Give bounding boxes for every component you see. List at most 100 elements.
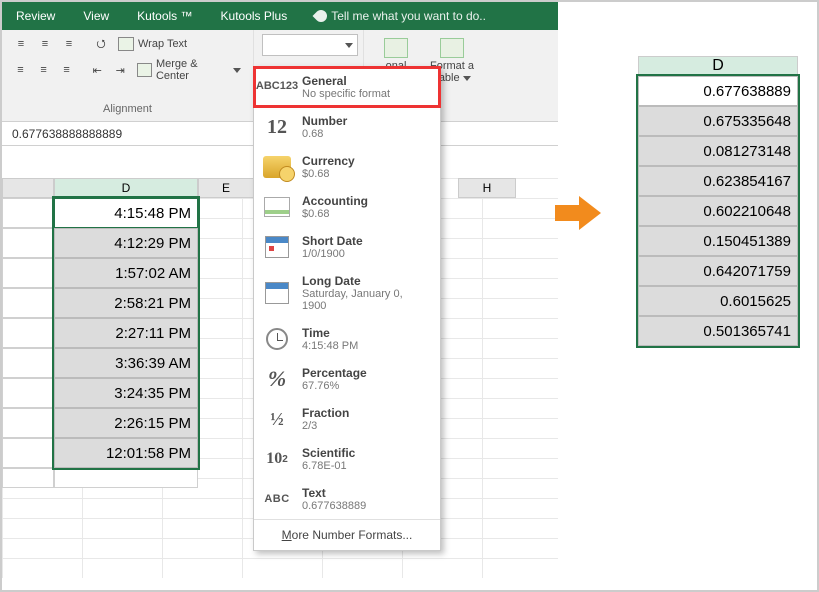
format-name: Long Date: [302, 274, 430, 288]
merge-center-button[interactable]: Merge & Center: [133, 56, 245, 84]
cell-D[interactable]: 2:58:21 PM: [54, 288, 198, 318]
format-option-accounting[interactable]: Accounting $0.68: [254, 187, 440, 227]
format-name: Number: [302, 114, 347, 128]
col-head-blank[interactable]: [2, 178, 54, 198]
row-gutter[interactable]: [2, 318, 54, 348]
cell-D-result[interactable]: 0.6015625: [638, 286, 798, 316]
number-format-menu: ABC123GeneralNo specific format12Number0…: [253, 66, 441, 551]
format-sample: 0.68: [302, 128, 347, 140]
format-option-fraction[interactable]: ½Fraction 2/3: [254, 399, 440, 439]
col-head-E[interactable]: E: [198, 178, 254, 198]
wrap-text-button[interactable]: Wrap Text: [114, 35, 191, 53]
format-option-currency[interactable]: Currency$0.68: [254, 147, 440, 187]
merge-label: Merge & Center: [156, 58, 229, 82]
cell-D-result[interactable]: 0.675335648: [638, 106, 798, 136]
arrow-icon: [555, 196, 605, 230]
formula-bar-value: 0.677638888888889: [12, 127, 122, 141]
cell-D[interactable]: 4:15:48 PM: [54, 198, 198, 228]
align-center-button[interactable]: ≡: [33, 60, 54, 80]
tab-kutoolsplus[interactable]: Kutools Plus: [207, 2, 302, 30]
right-data-cells: 0.6776388890.6753356480.0812731480.62385…: [638, 76, 798, 346]
group-title-alignment: Alignment: [10, 103, 245, 117]
column-headers-left: D E: [2, 178, 254, 198]
col-head-H-wrap: H: [458, 178, 516, 198]
indent-increase-button[interactable]: ⇥: [110, 60, 131, 80]
cell-D-result[interactable]: 0.501365741: [638, 316, 798, 346]
format-name: Short Date: [302, 234, 363, 248]
cell-D-result[interactable]: 0.623854167: [638, 166, 798, 196]
cell-D-result[interactable]: 0.602210648: [638, 196, 798, 226]
align-middle-button[interactable]: ≡: [34, 34, 56, 54]
align-right-button[interactable]: ≡: [56, 60, 77, 80]
indent-decrease-button[interactable]: ⇤: [87, 60, 108, 80]
wrap-text-icon: [118, 37, 134, 51]
chevron-down-icon: [463, 76, 471, 81]
align-bottom-button[interactable]: ≡: [58, 34, 80, 54]
tab-review[interactable]: Review: [2, 2, 69, 30]
format-sample: 0.677638889: [302, 500, 366, 512]
sheet-right: D 0.6776388890.6753356480.0812731480.623…: [638, 56, 798, 346]
merge-icon: [137, 63, 152, 77]
cell-D[interactable]: 3:24:35 PM: [54, 378, 198, 408]
row-gutter[interactable]: [2, 408, 54, 438]
row-gutter[interactable]: [2, 438, 54, 468]
format-name: Fraction: [302, 406, 349, 420]
format-option-time[interactable]: Time4:15:48 PM: [254, 319, 440, 359]
cell-D[interactable]: 2:27:11 PM: [54, 318, 198, 348]
format-option-general[interactable]: ABC123GeneralNo specific format: [254, 67, 440, 107]
row-gutter[interactable]: [2, 378, 54, 408]
format-sample: 1/0/1900: [302, 248, 363, 260]
format-name: Currency: [302, 154, 355, 168]
format-option-percentage[interactable]: %Percentage67.76%: [254, 359, 440, 399]
wrap-text-label: Wrap Text: [138, 38, 187, 50]
align-top-button[interactable]: ≡: [10, 34, 32, 54]
format-as-table-icon: [440, 38, 464, 58]
cell-D-result[interactable]: 0.150451389: [638, 226, 798, 256]
format-option-text[interactable]: ABCText0.677638889: [254, 479, 440, 519]
left-data-cells: 4:15:48 PM4:12:29 PM1:57:02 AM2:58:21 PM…: [2, 198, 254, 468]
format-sample: 4:15:48 PM: [302, 340, 358, 352]
chevron-down-icon: [345, 43, 353, 48]
tab-view[interactable]: View: [69, 2, 123, 30]
conditional-formatting-icon: [384, 38, 408, 58]
ribbon-tabs: Review View Kutools ™ Kutools Plus Tell …: [2, 2, 558, 30]
orientation-button[interactable]: ⭯: [90, 34, 112, 54]
format-name: Accounting: [302, 194, 368, 208]
tab-kutools[interactable]: Kutools ™: [123, 2, 206, 30]
row-gutter[interactable]: [2, 198, 54, 228]
format-sample: 2/3: [302, 420, 349, 432]
tellme-search[interactable]: Tell me what you want to do..: [301, 2, 500, 30]
format-name: Percentage: [302, 366, 367, 380]
col-head-H[interactable]: H: [458, 178, 516, 198]
row-gutter[interactable]: [2, 348, 54, 378]
more-number-formats[interactable]: More Number Formats...: [254, 519, 440, 550]
format-name: Scientific: [302, 446, 355, 460]
cell-D-result[interactable]: 0.642071759: [638, 256, 798, 286]
cell-D[interactable]: 12:01:58 PM: [54, 438, 198, 468]
cell-D[interactable]: 2:26:15 PM: [54, 408, 198, 438]
align-left-button[interactable]: ≡: [10, 60, 31, 80]
cell-D[interactable]: 4:12:29 PM: [54, 228, 198, 258]
format-sample: Saturday, January 0, 1900: [302, 288, 430, 312]
blank-row: [2, 468, 254, 488]
cell-D[interactable]: 1:57:02 AM: [54, 258, 198, 288]
cell-D-result[interactable]: 0.081273148: [638, 136, 798, 166]
chevron-down-icon: [233, 68, 241, 73]
tellme-text: Tell me what you want to do..: [331, 9, 486, 23]
row-gutter[interactable]: [2, 258, 54, 288]
cell-D-result[interactable]: 0.677638889: [638, 76, 798, 106]
row-gutter[interactable]: [2, 288, 54, 318]
format-option-short-date[interactable]: Short Date1/0/1900: [254, 227, 440, 267]
row-gutter[interactable]: [2, 228, 54, 258]
cell-D[interactable]: 3:36:39 AM: [54, 348, 198, 378]
format-option-scientific[interactable]: 102Scientific6.78E-01: [254, 439, 440, 479]
col-head-D-right[interactable]: D: [638, 56, 798, 76]
format-sample: 67.76%: [302, 380, 367, 392]
number-format-combo[interactable]: [262, 34, 358, 56]
format-sample: $0.68: [302, 208, 368, 220]
format-option-number[interactable]: 12Number0.68: [254, 107, 440, 147]
format-sample: 6.78E-01: [302, 460, 355, 472]
format-option-long-date[interactable]: Long DateSaturday, January 0, 1900: [254, 267, 440, 319]
bulb-icon: [313, 8, 330, 25]
col-head-D[interactable]: D: [54, 178, 198, 198]
